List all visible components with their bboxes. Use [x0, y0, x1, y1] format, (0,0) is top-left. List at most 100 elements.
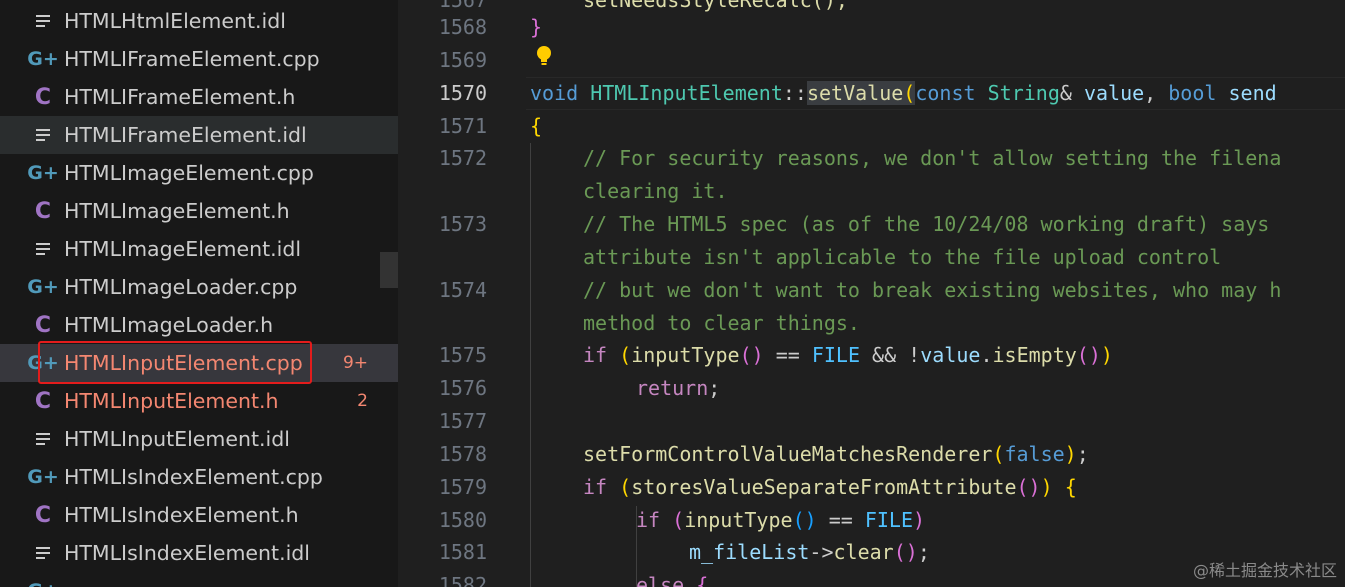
code-token: m_fileList [689, 540, 810, 564]
code-token: value [1083, 81, 1145, 105]
file-item[interactable]: C HTMLIFrameElement.h [0, 78, 398, 116]
code-line: m_fileList->clear(); [689, 536, 930, 569]
c-header-file-icon: C [34, 312, 52, 338]
code-line: if (storesValueSeparateFromAttribute()) … [583, 471, 1077, 504]
code-token: ) [1064, 442, 1077, 466]
code-token: && ! [860, 343, 921, 367]
code-comment: // The HTML5 spec (as of the 10/24/08 wo… [583, 212, 1270, 236]
line-number: 1580 [438, 508, 487, 532]
problem-count-badge: 9+ [342, 353, 368, 373]
file-name: HTMLInputElement.h [64, 389, 279, 413]
code-token: inputType [631, 343, 740, 367]
code-token: } [530, 15, 543, 39]
line-number: 1577 [438, 409, 487, 433]
cpp-file-icon: G+ [27, 466, 59, 488]
code-line: // but we don't want to break existing w… [583, 274, 1281, 307]
code-token: { [1064, 475, 1077, 499]
code-token: if [583, 475, 608, 499]
code-token: -> [809, 540, 834, 564]
file-item[interactable]: HTMLHtmlElement.idl [0, 2, 398, 40]
file-item[interactable]: G+ HTMLImageLoader.cpp [0, 268, 398, 306]
file-name: HTMLImageElement.cpp [64, 161, 314, 185]
code-line: else { [636, 569, 708, 587]
file-name: HTMLImageLoader.h [64, 313, 274, 337]
code-token: ; [1076, 442, 1089, 466]
code-token: clear [833, 540, 894, 564]
line-number: 1571 [438, 114, 487, 138]
code-line: } [530, 11, 542, 44]
file-item[interactable]: G+ HTMLImageElement.cpp [0, 154, 398, 192]
code-token: HTMLInputElement [590, 81, 783, 105]
idl-file-icon [32, 420, 54, 458]
idl-file-icon [32, 116, 54, 154]
code-comment: attribute isn't applicable to the file u… [583, 245, 1222, 269]
cpp-file-icon: G+ [27, 276, 59, 298]
code-editor[interactable]: 1567 1568 1569 1570 1571 1572 1573 1574 … [398, 0, 1345, 587]
code-comment: // but we don't want to break existing w… [583, 278, 1282, 302]
line-number: 1576 [438, 376, 487, 400]
line-number: 1581 [438, 540, 487, 564]
file-explorer: HTMLHtmlElement.idl G+ HTMLIFrameElement… [0, 0, 398, 587]
file-name: HTMLIFrameElement.idl [64, 123, 307, 147]
c-header-file-icon: C [34, 502, 52, 528]
file-name: HTMLIsIndexElement.cpp [64, 465, 323, 489]
file-name: HTMLIFrameElement.h [64, 85, 296, 109]
code-line: // For security reasons, we don't allow … [583, 142, 1281, 175]
indent-guide [530, 143, 531, 587]
code-token: == [763, 343, 812, 367]
lightbulb-icon[interactable] [534, 44, 554, 68]
code-line: return; [636, 372, 720, 405]
code-token: bool [1168, 81, 1217, 105]
file-item[interactable]: HTMLIsIndexElement.idl [0, 534, 398, 572]
file-item[interactable]: C HTMLImageElement.h [0, 192, 398, 230]
code-token: isEmpty [992, 343, 1077, 367]
code-token: send [1228, 81, 1277, 105]
file-item[interactable]: HTMLInputElement.idl [0, 420, 398, 458]
file-name: HTMLInputElement.idl [64, 427, 290, 451]
code-line: if (inputType() == FILE) [636, 504, 925, 537]
cpp-file-icon: G+ [27, 162, 59, 184]
code-token: ( [619, 475, 632, 499]
code-token: { [530, 114, 543, 138]
file-name: HTMLIsIndexElement.idl [64, 541, 310, 565]
file-item[interactable]: HTMLIFrameElement.idl [0, 116, 398, 154]
c-header-file-icon: C [34, 84, 52, 110]
code-line: setFormControlValueMatchesRenderer(false… [583, 438, 1089, 471]
code-line: clearing it. [583, 175, 728, 208]
code-line-current: void HTMLInputElement::setValue(const St… [530, 77, 1277, 110]
line-number-current: 1570 [438, 81, 487, 105]
code-token: return [636, 376, 709, 400]
code-token: == [816, 508, 865, 532]
code-token: () [792, 508, 817, 532]
code-token: { [696, 573, 709, 587]
file-name: HTMLHtmlElement.idl [64, 9, 286, 33]
line-number: 1582 [438, 573, 487, 587]
file-item[interactable]: HTMLImageElement.idl [0, 230, 398, 268]
code-line: if (inputType() == FILE && !value.isEmpt… [583, 339, 1113, 372]
explorer-scrollbar-thumb[interactable] [380, 252, 398, 288]
file-item[interactable]: C HTMLIsIndexElement.h [0, 496, 398, 534]
code-token: ; [708, 376, 721, 400]
file-item[interactable]: G+ HTMLIsIndexElement.cpp [0, 458, 398, 496]
code-token: const [915, 81, 976, 105]
file-item[interactable]: G+ HTMLIFrameElement.cpp [0, 40, 398, 78]
file-item[interactable]: C HTMLInputElement.h 2 [0, 382, 398, 420]
file-item-partial[interactable]: G+ [0, 572, 398, 587]
selection-highlight-box [38, 341, 312, 384]
code-token: FILE [811, 343, 860, 367]
line-number: 1572 [438, 146, 487, 170]
code-line: { [530, 110, 542, 143]
line-number: 1579 [438, 475, 487, 499]
file-name: HTMLIFrameElement.cpp [64, 47, 320, 71]
code-comment: method to clear things. [583, 311, 860, 335]
code-token: ) [1040, 475, 1053, 499]
watermark: @稀土掘金技术社区 [1192, 561, 1337, 580]
code-token: ; [917, 540, 930, 564]
code-token: ( [619, 343, 632, 367]
file-item[interactable]: C HTMLImageLoader.h [0, 306, 398, 344]
line-number: 1574 [438, 278, 487, 302]
code-token: :: [782, 81, 807, 105]
code-token: false [1004, 442, 1065, 466]
code-token: ) [913, 508, 926, 532]
code-token: if [583, 343, 608, 367]
